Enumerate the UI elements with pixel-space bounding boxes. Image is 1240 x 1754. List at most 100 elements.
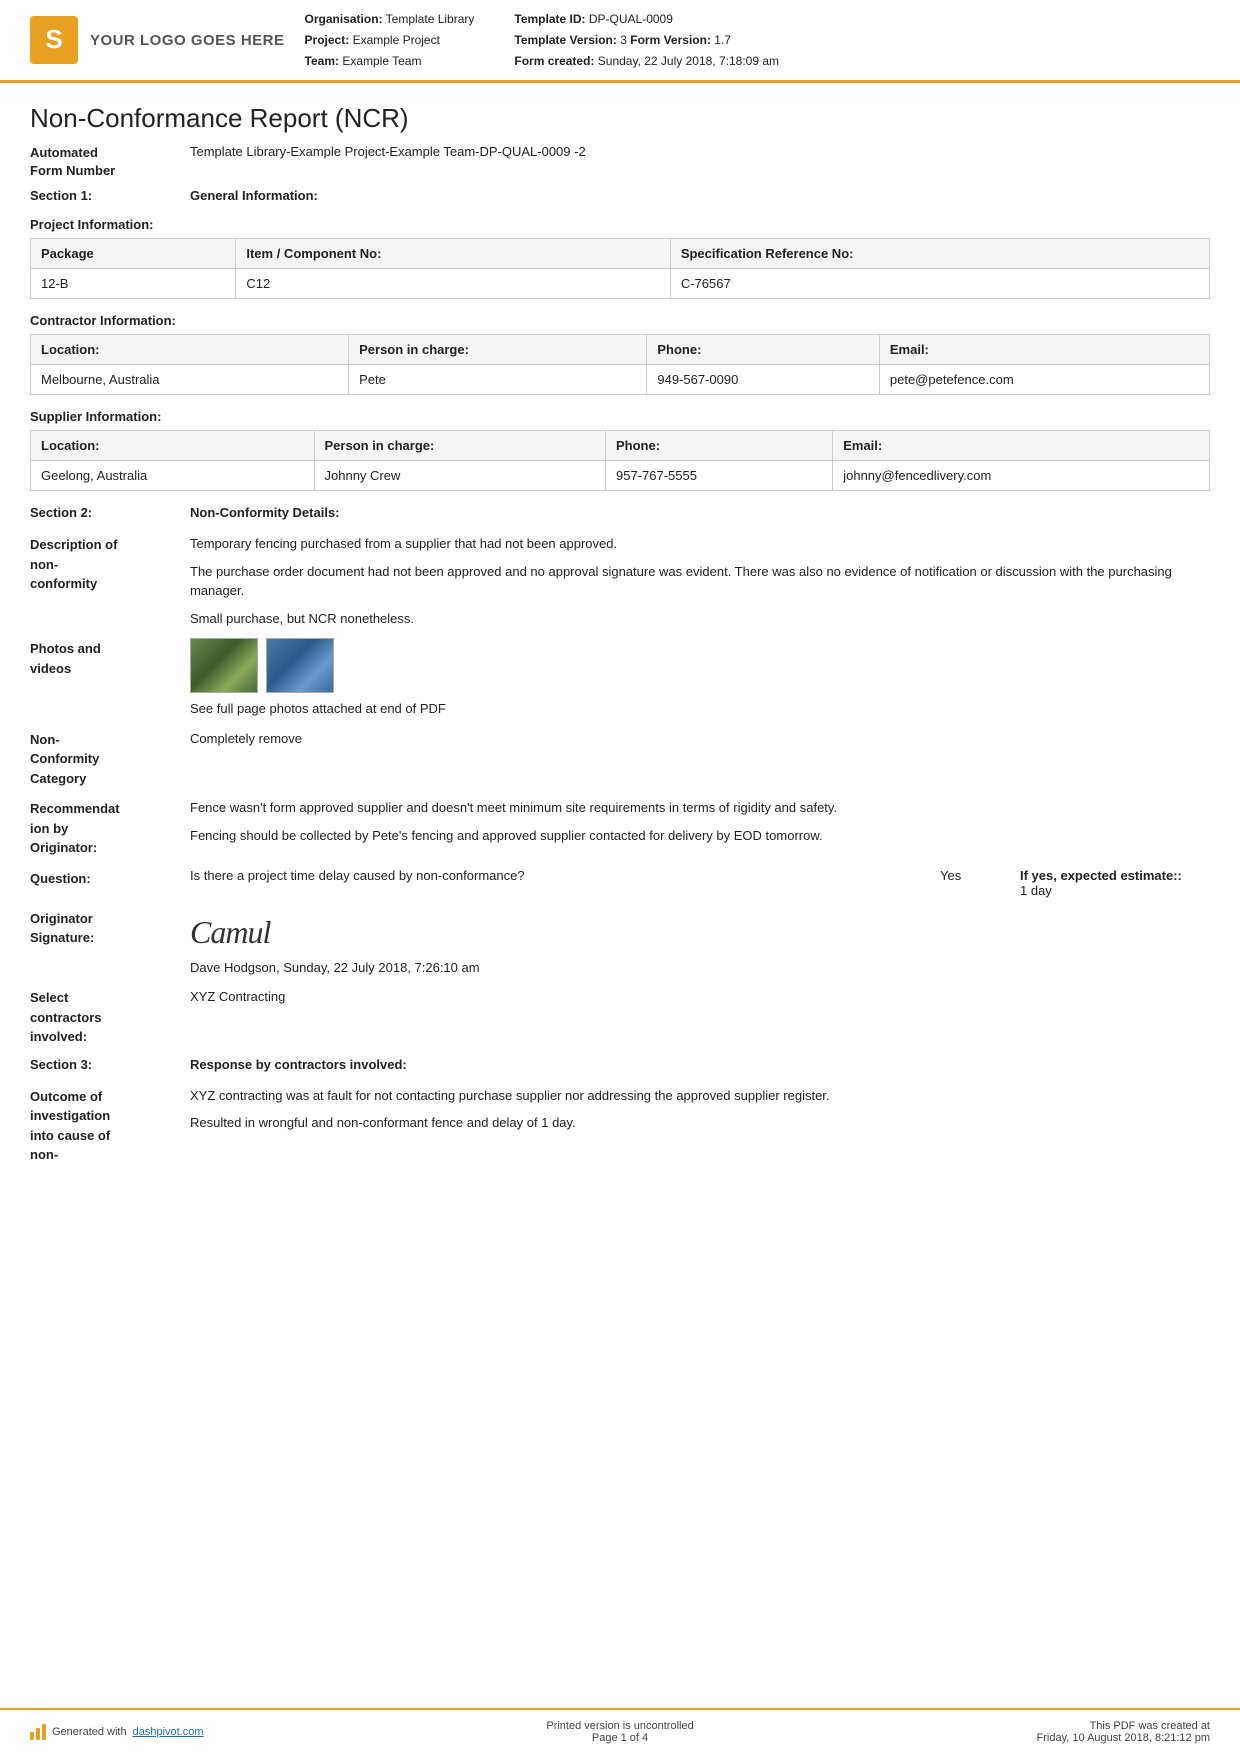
project-cell-1: C12 (236, 269, 670, 299)
footer-logo-icon (30, 1724, 46, 1740)
nonconformity-category-row: Non-ConformityCategory Completely remove (30, 729, 1210, 789)
contractors-value: XYZ Contracting (190, 987, 1210, 1007)
footer-logo (30, 1724, 46, 1740)
project-cell-2: C-76567 (670, 269, 1209, 299)
recommendation-value: Fence wasn't form approved supplier and … (190, 798, 1210, 845)
org-row: Organisation: Template Library (305, 10, 475, 28)
question-content: Is there a project time delay caused by … (190, 868, 1210, 898)
photos-row: Photos andvideos See full page photos at… (30, 638, 1210, 719)
description-p1: Temporary fencing purchased from a suppl… (190, 534, 1210, 554)
section3-label: Section 3: (30, 1057, 190, 1072)
project-col-1: Item / Component No: (236, 239, 670, 269)
contractor-col-3: Email: (879, 335, 1209, 365)
contractor-info-table: Location: Person in charge: Phone: Email… (30, 334, 1210, 395)
question-text: Is there a project time delay caused by … (190, 868, 930, 883)
form-number-label: AutomatedForm Number (30, 144, 190, 180)
section3-title: Response by contractors involved: (190, 1057, 407, 1072)
contractor-col-0: Location: (31, 335, 349, 365)
supplier-data-row: Geelong, Australia Johnny Crew 957-767-5… (31, 461, 1210, 491)
contractor-cell-3: pete@petefence.com (879, 365, 1209, 395)
project-col-0: Package (31, 239, 236, 269)
question-row: Question: Is there a project time delay … (30, 868, 1210, 898)
supplier-cell-3: johnny@fencedlivery.com (833, 461, 1210, 491)
question-label: Question: (30, 868, 190, 889)
page-header: S YOUR LOGO GOES HERE Organisation: Temp… (0, 0, 1240, 83)
header-meta: Organisation: Template Library Project: … (305, 10, 1210, 70)
outcome-p1: XYZ contracting was at fault for not con… (190, 1086, 1210, 1106)
contractor-cell-1: Pete (349, 365, 647, 395)
footer-center-line2: Page 1 of 4 (546, 1732, 693, 1744)
dashpivot-link[interactable]: dashpivot.com (133, 1726, 204, 1738)
nonconformity-category-value: Completely remove (190, 729, 1210, 749)
outcome-p2: Resulted in wrongful and non-conformant … (190, 1113, 1210, 1133)
photos-label: Photos andvideos (30, 638, 190, 678)
svg-text:S: S (45, 24, 62, 54)
supplier-col-3: Email: (833, 431, 1210, 461)
footer-generated-text: Generated with (52, 1726, 127, 1738)
project-info-table: Package Item / Component No: Specificati… (30, 238, 1210, 299)
project-data-row: 12-B C12 C-76567 (31, 269, 1210, 299)
section2-label: Section 2: (30, 505, 190, 520)
form-created-row: Form created: Sunday, 22 July 2018, 7:18… (514, 52, 779, 70)
logo-area: S YOUR LOGO GOES HERE (30, 10, 285, 70)
recommendation-p2: Fencing should be collected by Pete's fe… (190, 826, 1210, 846)
contractor-info-heading: Contractor Information: (30, 313, 1210, 328)
logo-icon: S (30, 16, 78, 64)
team-row: Team: Example Team (305, 52, 475, 70)
project-info-heading: Project Information: (30, 217, 1210, 232)
section1-label: Section 1: (30, 188, 190, 203)
main-content: Non-Conformance Report (NCR) AutomatedFo… (0, 83, 1240, 1708)
photo-thumbs (190, 638, 1210, 693)
originator-sig-value: Camul Dave Hodgson, Sunday, 22 July 2018… (190, 908, 1210, 978)
originator-sig-info: Dave Hodgson, Sunday, 22 July 2018, 7:26… (190, 958, 1210, 978)
supplier-col-2: Phone: (606, 431, 833, 461)
outcome-label: Outcome ofinvestigationinto cause ofnon- (30, 1086, 190, 1165)
section1-row: Section 1: General Information: (30, 188, 1210, 203)
originator-sig-label: OriginatorSignature: (30, 908, 190, 948)
question-estimate-label: If yes, expected estimate:: (1020, 868, 1182, 883)
signature-area: Camul Dave Hodgson, Sunday, 22 July 2018… (190, 908, 1210, 978)
question-estimate: If yes, expected estimate:: 1 day (1010, 868, 1210, 898)
supplier-col-1: Person in charge: (314, 431, 605, 461)
signature-image: Camul (190, 908, 1210, 956)
outcome-row: Outcome ofinvestigationinto cause ofnon-… (30, 1086, 1210, 1165)
supplier-cell-1: Johnny Crew (314, 461, 605, 491)
header-meta-left: Organisation: Template Library Project: … (305, 10, 475, 70)
recommendation-label: Recommendation byOriginator: (30, 798, 190, 858)
description-p2: The purchase order document had not been… (190, 562, 1210, 601)
page-footer: Generated with dashpivot.com Printed ver… (0, 1708, 1240, 1754)
section3-row: Section 3: Response by contractors invol… (30, 1057, 1210, 1072)
contractor-col-1: Person in charge: (349, 335, 647, 365)
photo-thumb-1 (190, 638, 258, 693)
supplier-info-table: Location: Person in charge: Phone: Email… (30, 430, 1210, 491)
recommendation-p1: Fence wasn't form approved supplier and … (190, 798, 1210, 818)
contractor-col-2: Phone: (647, 335, 880, 365)
supplier-col-0: Location: (31, 431, 315, 461)
project-col-2: Specification Reference No: (670, 239, 1209, 269)
contractor-data-row: Melbourne, Australia Pete 949-567-0090 p… (31, 365, 1210, 395)
footer-right: This PDF was created at Friday, 10 Augus… (1037, 1720, 1210, 1744)
form-number-row: AutomatedForm Number Template Library-Ex… (30, 144, 1210, 180)
section2-row: Section 2: Non-Conformity Details: (30, 505, 1210, 520)
footer-left: Generated with dashpivot.com (30, 1724, 204, 1740)
description-value: Temporary fencing purchased from a suppl… (190, 534, 1210, 628)
form-number-value: Template Library-Example Project-Example… (190, 144, 586, 159)
description-p3: Small purchase, but NCR nonetheless. (190, 609, 1210, 629)
contractor-cell-2: 949-567-0090 (647, 365, 880, 395)
outcome-value: XYZ contracting was at fault for not con… (190, 1086, 1210, 1133)
report-title: Non-Conformance Report (NCR) (30, 103, 1210, 134)
header-meta-right: Template ID: DP-QUAL-0009 Template Versi… (514, 10, 779, 70)
template-id-row: Template ID: DP-QUAL-0009 (514, 10, 779, 28)
bar-2 (36, 1728, 40, 1740)
bar-3 (42, 1724, 46, 1740)
project-row: Project: Example Project (305, 31, 475, 49)
contractors-row: Selectcontractorsinvolved: XYZ Contracti… (30, 987, 1210, 1047)
originator-sig-row: OriginatorSignature: Camul Dave Hodgson,… (30, 908, 1210, 978)
template-version-row: Template Version: 3 Form Version: 1.7 (514, 31, 779, 49)
project-cell-0: 12-B (31, 269, 236, 299)
logo-text: YOUR LOGO GOES HERE (90, 32, 285, 49)
photos-value: See full page photos attached at end of … (190, 638, 1210, 719)
footer-right-line2: Friday, 10 August 2018, 8:21:12 pm (1037, 1732, 1210, 1744)
recommendation-row: Recommendation byOriginator: Fence wasn'… (30, 798, 1210, 858)
section1-title: General Information: (190, 188, 318, 203)
